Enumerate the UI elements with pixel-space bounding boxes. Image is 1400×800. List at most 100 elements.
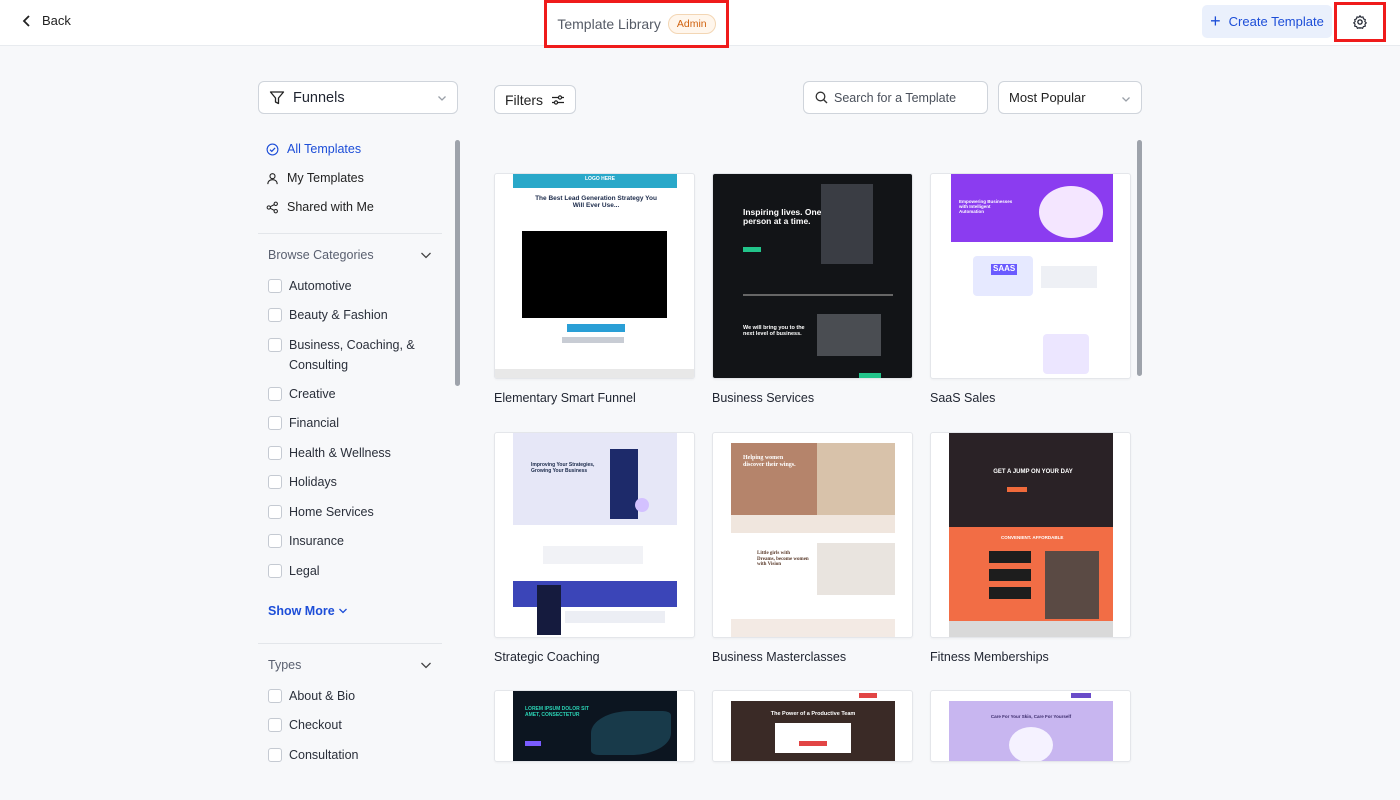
show-more-link[interactable]: Show More	[268, 604, 348, 618]
type-label: About & Bio	[289, 689, 356, 703]
template-title: Business Services	[712, 391, 815, 405]
template-title: Elementary Smart Funnel	[494, 391, 636, 405]
template-thumbnail: Improving Your Strategies, Growing Your …	[494, 432, 695, 638]
type-checkout[interactable]: Checkout	[268, 715, 342, 735]
template-card[interactable]: LOREM IPSUM DOLOR SIT AMET, CONSECTETUR	[494, 690, 695, 762]
search-input[interactable]	[834, 90, 974, 105]
checkbox[interactable]	[268, 446, 282, 460]
category-label: Health & Wellness	[289, 446, 391, 460]
thumb-logo: LOGO HERE	[585, 176, 616, 182]
grid-scrollbar[interactable]	[1137, 140, 1142, 376]
admin-badge: Admin	[667, 14, 716, 34]
checkbox[interactable]	[268, 475, 282, 489]
nav-shared-with-me[interactable]: Shared with Me	[266, 200, 374, 214]
divider	[258, 233, 442, 234]
chevron-left-icon	[22, 14, 30, 27]
sidebar-scrollbar[interactable]	[455, 140, 460, 386]
checkbox[interactable]	[268, 718, 282, 732]
thumb-subline: CONVENIENT. AFFORDABLE	[1001, 535, 1064, 540]
thumb-headline: Helping women discover their wings.	[743, 455, 796, 468]
template-card[interactable]: Care For Your Skin, Care For Yourself	[930, 690, 1131, 762]
nav-all-templates[interactable]: All Templates	[266, 142, 361, 156]
category-insurance[interactable]: Insurance	[268, 531, 344, 551]
thumb-headline: LOREM IPSUM DOLOR SIT AMET, CONSECTETUR	[525, 706, 589, 718]
template-title: Fitness Memberships	[930, 650, 1049, 664]
settings-button[interactable]	[1334, 2, 1386, 42]
template-thumbnail: Helping women discover their wings. Litt…	[712, 432, 913, 638]
create-template-label: Create Template	[1228, 14, 1324, 29]
thumb-headline: The Best Lead Generation Strategy You Wi…	[535, 195, 657, 210]
template-type-value: Funnels	[293, 89, 345, 106]
types-header[interactable]: Types	[268, 658, 432, 672]
thumb-subline: We will bring you to the next level of b…	[743, 325, 805, 338]
category-home-services[interactable]: Home Services	[268, 502, 374, 522]
filters-label: Filters	[504, 91, 544, 108]
chevron-down-icon	[1122, 97, 1130, 102]
type-about-bio[interactable]: About & Bio	[268, 686, 355, 706]
category-creative[interactable]: Creative	[268, 384, 336, 404]
category-health-wellness[interactable]: Health & Wellness	[268, 443, 391, 463]
checkbox[interactable]	[268, 505, 282, 519]
category-holidays[interactable]: Holidays	[268, 472, 337, 492]
show-more-label: Show More	[268, 604, 335, 618]
checkbox[interactable]	[268, 534, 282, 548]
category-business-coaching[interactable]: Business, Coaching, & Consulting	[268, 335, 418, 375]
user-icon	[267, 172, 278, 184]
nav-all-templates-label: All Templates	[287, 142, 362, 156]
template-title: SaaS Sales	[930, 391, 996, 405]
thumb-headline: GET A JUMP ON YOUR DAY	[993, 469, 1073, 475]
category-beauty-fashion[interactable]: Beauty & Fashion	[268, 305, 388, 325]
checkbox[interactable]	[268, 416, 282, 430]
checkbox[interactable]	[268, 689, 282, 703]
sliders-icon	[552, 94, 565, 105]
template-type-select[interactable]: Funnels	[258, 81, 458, 114]
sort-select[interactable]: Most Popular	[998, 81, 1142, 114]
checkbox[interactable]	[268, 338, 282, 352]
checkbox[interactable]	[268, 279, 282, 293]
type-label: Consultation	[289, 748, 359, 762]
type-label: Checkout	[289, 718, 342, 732]
create-template-button[interactable]: + Create Template	[1202, 5, 1332, 38]
thumb-headline: The Power of a Productive Team	[770, 711, 856, 717]
search-icon	[815, 91, 828, 104]
page-title-area: Template Library Admin	[544, 0, 729, 48]
share-icon	[266, 201, 278, 213]
chevron-down-icon	[421, 252, 431, 259]
browse-categories-header[interactable]: Browse Categories	[268, 248, 432, 262]
category-label: Holidays	[289, 475, 337, 489]
chevron-down-icon	[438, 96, 446, 101]
checkbox[interactable]	[268, 564, 282, 578]
template-card-business-masterclasses[interactable]: Helping women discover their wings. Litt…	[712, 432, 913, 664]
template-card-strategic-coaching[interactable]: Improving Your Strategies, Growing Your …	[494, 432, 695, 664]
category-financial[interactable]: Financial	[268, 413, 339, 433]
template-thumbnail: LOREM IPSUM DOLOR SIT AMET, CONSECTETUR	[494, 690, 695, 762]
back-label: Back	[42, 13, 71, 28]
check-circle-icon	[266, 143, 279, 155]
checkbox[interactable]	[268, 387, 282, 401]
template-card-business-services[interactable]: Inspiring lives. One person at a time. W…	[712, 173, 913, 405]
template-search[interactable]	[803, 81, 988, 114]
sort-value: Most Popular	[1009, 90, 1086, 105]
sidebar-panel: All Templates My Templates Shared with M…	[258, 140, 458, 765]
template-card-elementary-smart-funnel[interactable]: LOGO HERE The Best Lead Generation Strat…	[494, 173, 695, 405]
checkbox[interactable]	[268, 308, 282, 322]
template-card-saas-sales[interactable]: Empowering Businesses with Intelligent A…	[930, 173, 1131, 405]
filter-funnel-icon	[269, 90, 285, 104]
template-card-fitness-memberships[interactable]: GET A JUMP ON YOUR DAY CONVENIENT. AFFOR…	[930, 432, 1131, 664]
page-title: Template Library	[557, 16, 661, 32]
nav-my-templates[interactable]: My Templates	[266, 171, 364, 185]
category-label: Legal	[289, 564, 320, 578]
category-legal[interactable]: Legal	[268, 561, 320, 581]
template-card[interactable]: The Power of a Productive Team	[712, 690, 913, 762]
chevron-down-icon	[421, 662, 431, 669]
nav-my-templates-label: My Templates	[287, 171, 364, 185]
category-automotive[interactable]: Automotive	[268, 276, 352, 296]
back-button[interactable]: Back	[22, 13, 71, 28]
template-title: Business Masterclasses	[712, 650, 847, 664]
filters-button[interactable]: Filters	[494, 85, 576, 114]
checkbox[interactable]	[268, 748, 282, 762]
type-consultation[interactable]: Consultation	[268, 745, 359, 765]
gear-icon	[1353, 15, 1367, 29]
category-label: Creative	[289, 387, 336, 401]
thumb-headline: Empowering Businesses with Intelligent A…	[959, 199, 1013, 214]
